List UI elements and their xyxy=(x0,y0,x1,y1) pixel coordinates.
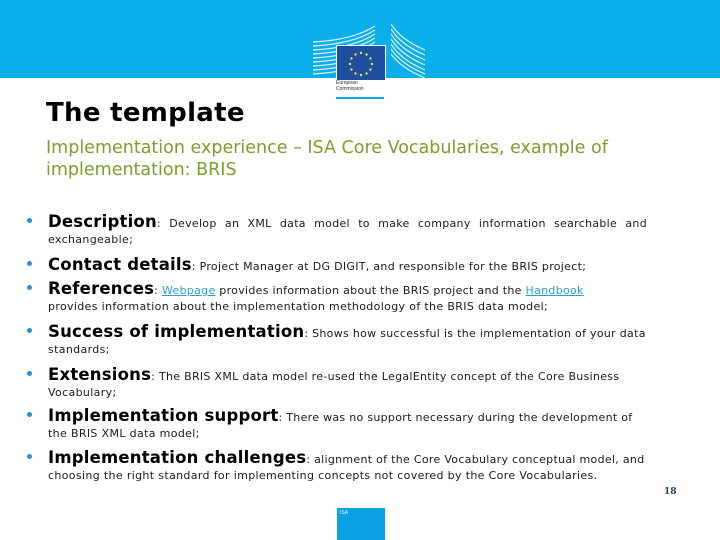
item-text-continued: standards; xyxy=(48,343,110,356)
item-separator: : xyxy=(306,453,315,466)
item-label: Implementation support xyxy=(48,406,279,425)
bullet-icon xyxy=(27,371,32,376)
item-separator: : xyxy=(304,327,313,340)
bullet-icon xyxy=(27,454,32,459)
item-text: There was no support necessary during th… xyxy=(286,411,633,424)
item-label: Success of implementation xyxy=(48,322,305,341)
item-text-continued: the BRIS XML data model; xyxy=(48,427,200,440)
item-separator: : xyxy=(151,370,159,383)
building-right-icon xyxy=(391,23,426,78)
item-text: Shows how successful is the implementati… xyxy=(312,327,646,340)
bullet-icon xyxy=(27,285,32,290)
isa-logo: ISA xyxy=(337,508,385,540)
eu-flag-icon xyxy=(336,45,386,81)
page-number: 18 xyxy=(664,487,677,497)
item-text: Develop an XML data model to make compan… xyxy=(169,217,647,230)
item-label: Implementation challenges xyxy=(48,448,307,467)
item-text-continued: Vocabulary; xyxy=(48,386,117,399)
handbook-link[interactable]: Handbook xyxy=(526,284,584,297)
item-separator: : xyxy=(154,284,162,297)
webpage-link[interactable]: Webpage xyxy=(162,284,216,297)
item-separator: : xyxy=(156,217,170,230)
item-text: provides information about the BRIS proj… xyxy=(215,284,526,297)
bullet-icon xyxy=(27,218,32,223)
bullet-icon xyxy=(27,261,32,266)
item-text-continued: exchangeable; xyxy=(48,233,134,246)
item-separator: : xyxy=(191,260,200,273)
item-label: Extensions xyxy=(48,365,152,384)
item-text-continued: choosing the right standard for implemen… xyxy=(48,469,598,482)
slide-title: The template xyxy=(46,98,245,128)
slide-subtitle: Implementation experience – ISA Core Voc… xyxy=(46,138,608,180)
item-text-continued: provides information about the implement… xyxy=(48,300,549,313)
item-label: Description xyxy=(48,212,157,231)
item-label: References xyxy=(48,279,155,298)
item-text: The BRIS XML data model re-used the Lega… xyxy=(158,370,620,383)
european-commission-logo-text: European Commission xyxy=(336,80,396,92)
isa-logo-text: ISA xyxy=(340,510,349,516)
item-label: Contact details xyxy=(48,255,192,274)
item-text: Project Manager at DG DIGIT, and respons… xyxy=(199,260,587,273)
bullet-icon xyxy=(27,412,32,417)
item-text: alignment of the Core Vocabulary concept… xyxy=(314,453,645,466)
logo-line-2: Commission xyxy=(336,86,364,92)
bullet-icon xyxy=(27,328,32,333)
logo-underline xyxy=(336,97,384,99)
